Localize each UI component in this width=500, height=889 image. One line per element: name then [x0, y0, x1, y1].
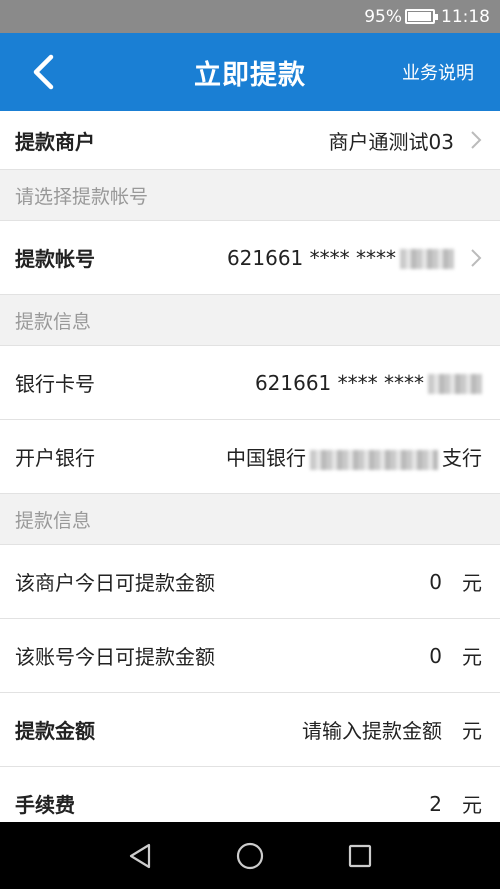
system-nav-bar — [0, 822, 500, 889]
circle-home-icon — [236, 842, 264, 869]
merchant-limit-row: 该商户今日可提款金额 0 元 — [0, 545, 500, 619]
merchant-value: 商户通测试03 — [328, 129, 454, 154]
bank-value-wrap: 中国银行 支行 — [95, 442, 482, 471]
chevron-right-icon — [462, 130, 482, 150]
merchant-limit-label: 该商户今日可提款金额 — [15, 571, 215, 595]
status-bar: 95% 11:18 — [0, 0, 500, 33]
fee-unit: 元 — [462, 793, 482, 817]
merchant-limit-unit: 元 — [462, 571, 482, 595]
account-value-wrap: 621661 **** **** — [95, 246, 454, 270]
battery-icon — [405, 9, 438, 24]
account-label: 提款帐号 — [15, 247, 95, 271]
account-limit-row: 该账号今日可提款金额 0 元 — [0, 619, 500, 693]
bank-prefix: 中国银行 — [226, 446, 306, 470]
nav-recent-button[interactable] — [305, 822, 415, 889]
nav-home-button[interactable] — [195, 822, 305, 889]
masked-digits — [428, 374, 482, 394]
triangle-back-icon — [129, 843, 151, 868]
chevron-right-icon — [462, 248, 482, 268]
account-value: 621661 **** **** — [226, 245, 396, 270]
bank-row: 开户银行 中国银行 支行 — [0, 420, 500, 494]
fee-label: 手续费 — [15, 793, 75, 817]
card-label: 银行卡号 — [15, 372, 95, 396]
withdraw-amount-input[interactable]: 请输入提款金额 — [95, 715, 442, 744]
square-recent-icon — [348, 844, 372, 867]
card-row: 银行卡号 621661 **** **** — [0, 346, 500, 420]
section-info: 提款信息 — [0, 494, 500, 545]
clock: 11:18 — [441, 6, 490, 27]
masked-branch — [310, 449, 438, 470]
merchant-row[interactable]: 提款商户 商户通测试03 — [0, 111, 500, 170]
account-limit-amount: 0 — [429, 643, 442, 668]
battery-percent: 95% — [364, 6, 402, 27]
account-limit-unit: 元 — [462, 645, 482, 669]
masked-digits — [400, 249, 454, 269]
bank-suffix: 支行 — [442, 446, 482, 470]
fee-amount: 2 — [429, 791, 442, 816]
card-value-wrap: 621661 **** **** — [95, 371, 482, 395]
account-row[interactable]: 提款帐号 621661 **** **** — [0, 221, 500, 295]
bank-label: 开户银行 — [15, 446, 95, 470]
back-button[interactable] — [20, 49, 66, 95]
withdraw-amount-row: 提款金额 请输入提款金额 元 — [0, 693, 500, 767]
merchant-label: 提款商户 — [15, 129, 95, 154]
section-info: 提款信息 — [0, 295, 500, 346]
merchant-limit-amount: 0 — [429, 569, 442, 594]
fee-row: 手续费 2 元 — [0, 767, 500, 822]
account-limit-label: 该账号今日可提款金额 — [15, 645, 215, 669]
card-value: 621661 **** **** — [254, 370, 424, 395]
title-bar: 立即提款 业务说明 — [0, 33, 500, 111]
nav-back-button[interactable] — [85, 822, 195, 889]
section-select-account: 请选择提款帐号 — [0, 170, 500, 221]
help-link[interactable]: 业务说明 — [402, 33, 474, 111]
chevron-left-icon — [33, 54, 54, 90]
withdraw-form: 提款商户 商户通测试03 请选择提款帐号 提款帐号 621661 **** **… — [0, 111, 500, 822]
withdraw-amount-unit: 元 — [462, 719, 482, 743]
withdraw-amount-label: 提款金额 — [15, 719, 95, 743]
